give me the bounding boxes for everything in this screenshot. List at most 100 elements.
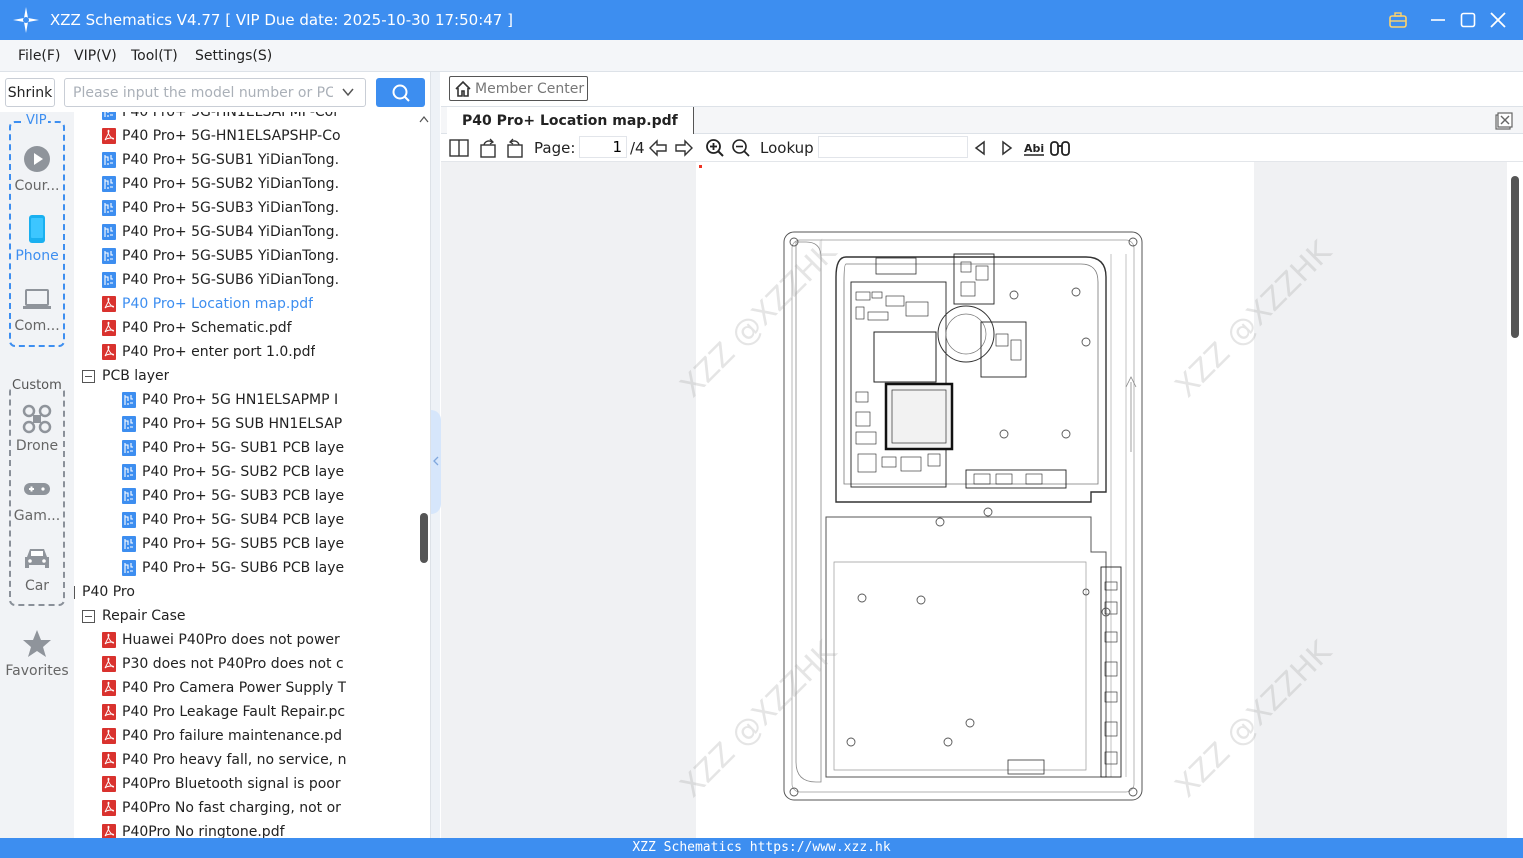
pcb-file-icon xyxy=(122,392,136,408)
pcb-file-icon xyxy=(102,272,116,288)
tree-file[interactable]: P40 Pro+ 5G HN1ELSAPMP I xyxy=(122,388,338,412)
tree-file[interactable]: P40 Pro heavy fall, no service, n xyxy=(102,748,346,772)
member-center-button[interactable]: Member Center xyxy=(449,76,588,101)
panel-splitter[interactable] xyxy=(430,72,441,838)
tree-file[interactable]: P40 Pro+ Location map.pdf xyxy=(102,292,313,316)
pdf-page[interactable]: XZZ @XZZHK XZZ @XZZHK XZZ @XZZHK XZZ @XZ… xyxy=(674,162,1338,838)
pcb-file-icon xyxy=(122,464,136,480)
collapse-toggle-icon[interactable] xyxy=(74,585,75,599)
tree-file[interactable]: P40 Pro+ 5G-SUB4 YiDianTong. xyxy=(102,220,339,244)
pdf-viewer[interactable]: XZZ @XZZHK XZZ @XZZHK XZZ @XZZHK XZZ @XZ… xyxy=(441,162,1507,838)
viewer-scrollbar[interactable] xyxy=(1507,162,1523,838)
tree-file[interactable]: P40 Pro+ 5G- SUB5 PCB laye xyxy=(122,532,344,556)
minimize-button[interactable] xyxy=(1426,8,1450,32)
pdf-file-icon xyxy=(102,680,116,696)
lookup-input[interactable] xyxy=(818,136,968,158)
category-game[interactable]: Gam... xyxy=(0,474,74,524)
category-car[interactable]: Car xyxy=(0,544,74,594)
tree-file[interactable]: P40 Pro+ Schematic.pdf xyxy=(102,316,292,340)
tree-file[interactable]: P40 Pro+ 5G- SUB2 PCB laye xyxy=(122,460,344,484)
tree-file[interactable]: P40 Pro+ 5G-HN1ELSAPMP-Col xyxy=(102,112,337,124)
sidebar-toggle-button[interactable] xyxy=(448,137,470,159)
tree-file[interactable]: Huawei P40Pro does not power xyxy=(102,628,340,652)
menu-file[interactable]: File(F) xyxy=(18,48,60,64)
category-drone[interactable]: Drone xyxy=(0,404,74,454)
tree-item-label: P40 Pro+ 5G- SUB6 PCB laye xyxy=(142,560,345,576)
close-icon xyxy=(1490,12,1506,28)
find-next-button[interactable] xyxy=(997,137,1017,159)
tree-file[interactable]: P40 Pro+ 5G-SUB1 YiDianTong. xyxy=(102,148,339,172)
tree-file[interactable]: P40 Pro+ 5G- SUB1 PCB laye xyxy=(122,436,344,460)
tree-file[interactable]: P40 Pro+ 5G-SUB5 YiDianTong. xyxy=(102,244,339,268)
match-case-button[interactable]: Abi xyxy=(1023,137,1045,159)
tree-file[interactable]: P40 Pro+ 5G-SUB2 YiDianTong. xyxy=(102,172,339,196)
tab-location-map[interactable]: P40 Pro+ Location map.pdf xyxy=(447,107,694,134)
rotate-right-button[interactable] xyxy=(504,137,526,159)
search-combobox[interactable] xyxy=(64,78,366,107)
category-phone[interactable]: Phone xyxy=(0,214,74,264)
menu-vip[interactable]: VIP(V) xyxy=(74,48,117,64)
briefcase-icon[interactable] xyxy=(1386,8,1410,32)
arrow-left-icon xyxy=(649,139,667,157)
category-computer[interactable]: Com... xyxy=(0,284,74,334)
page-number-input[interactable] xyxy=(579,136,627,158)
pcb-file-icon xyxy=(122,536,136,552)
find-all-button[interactable] xyxy=(1048,137,1072,159)
tree-file[interactable]: P40 Pro+ enter port 1.0.pdf xyxy=(102,340,315,364)
chevron-left-icon xyxy=(433,456,439,466)
category-course[interactable]: Cour... xyxy=(0,144,74,194)
tree-file[interactable]: P40 Pro+ 5G-SUB6 YiDianTong. xyxy=(102,268,339,292)
tree-file[interactable]: P40Pro Bluetooth signal is poor xyxy=(102,772,341,796)
pcb-file-icon xyxy=(102,152,116,168)
maximize-button[interactable] xyxy=(1456,8,1480,32)
tree-item-label: P40 Pro+ 5G HN1ELSAPMP I xyxy=(142,392,339,408)
binoculars-icon xyxy=(1050,141,1070,156)
tree-item-label: P40 Pro Camera Power Supply T xyxy=(122,680,347,696)
tree-scrollbar[interactable] xyxy=(417,112,430,838)
tree-scroll-thumb[interactable] xyxy=(420,513,428,563)
category-bar: VIP Custom Cour... Phone Com... Drone Ga… xyxy=(0,112,74,838)
category-favorites[interactable]: Favorites xyxy=(0,629,74,679)
tree-file[interactable]: P40Pro No fast charging, not or xyxy=(102,796,341,820)
tree-file[interactable]: P40 Pro+ 5G-SUB3 YiDianTong. xyxy=(102,196,339,220)
tree-file[interactable]: P40 Pro+ 5G- SUB6 PCB laye xyxy=(122,556,344,580)
scroll-up-icon[interactable] xyxy=(419,115,429,123)
tree-file[interactable]: P40 Pro+ 5G-HN1ELSAPSHP-Co xyxy=(102,124,341,148)
prev-page-button[interactable] xyxy=(647,137,669,159)
find-prev-button[interactable] xyxy=(970,137,990,159)
search-button[interactable] xyxy=(376,78,425,107)
tree-folder[interactable]: PCB layer xyxy=(82,364,169,388)
window-title: XZZ Schematics V4.77 [ VIP Due date: 202… xyxy=(50,11,513,29)
tree-file[interactable]: P40 Pro+ 5G SUB HN1ELSAP xyxy=(122,412,342,436)
tree-file[interactable]: P40 Pro Camera Power Supply T xyxy=(102,676,346,700)
tree-file[interactable]: P40 Pro+ 5G- SUB4 PCB laye xyxy=(122,508,344,532)
close-tab-icon[interactable] xyxy=(1495,112,1513,130)
shrink-button[interactable]: Shrink xyxy=(5,78,55,107)
chevron-down-icon[interactable] xyxy=(341,85,355,99)
tree-file[interactable]: P40 Pro Leakage Fault Repair.pc xyxy=(102,700,345,724)
tree-item-label: P40 Pro+ Location map.pdf xyxy=(122,296,314,312)
collapse-toggle-icon[interactable] xyxy=(82,609,95,623)
collapse-handle[interactable] xyxy=(431,410,441,514)
svg-text:Abi: Abi xyxy=(1024,142,1044,155)
zoom-in-button[interactable] xyxy=(704,137,726,159)
tree-file[interactable]: P40 Pro+ 5G- SUB3 PCB laye xyxy=(122,484,344,508)
zoom-out-button[interactable] xyxy=(730,137,752,159)
document-tabs: P40 Pro+ Location map.pdf xyxy=(441,106,1523,134)
collapse-toggle-icon[interactable] xyxy=(82,369,95,383)
menu-tool[interactable]: Tool(T) xyxy=(131,48,178,64)
rotate-left-button[interactable] xyxy=(477,137,499,159)
viewer-scroll-thumb[interactable] xyxy=(1511,176,1519,338)
tree-file[interactable]: P40 Pro failure maintenance.pd xyxy=(102,724,342,748)
next-page-button[interactable] xyxy=(673,137,695,159)
close-button[interactable] xyxy=(1486,8,1510,32)
tree-folder[interactable]: Repair Case xyxy=(82,604,186,628)
triangle-left-icon xyxy=(974,140,985,156)
tree-item-label: P40 Pro+ enter port 1.0.pdf xyxy=(122,344,316,360)
search-input[interactable] xyxy=(73,83,333,103)
tree-folder[interactable]: P40 Pro xyxy=(74,580,135,604)
star-icon xyxy=(23,630,51,657)
menu-settings[interactable]: Settings(S) xyxy=(195,48,272,64)
tree-file[interactable]: P30 does not P40Pro does not c xyxy=(102,652,344,676)
tree-file[interactable]: P40Pro No ringtone.pdf xyxy=(102,820,285,838)
